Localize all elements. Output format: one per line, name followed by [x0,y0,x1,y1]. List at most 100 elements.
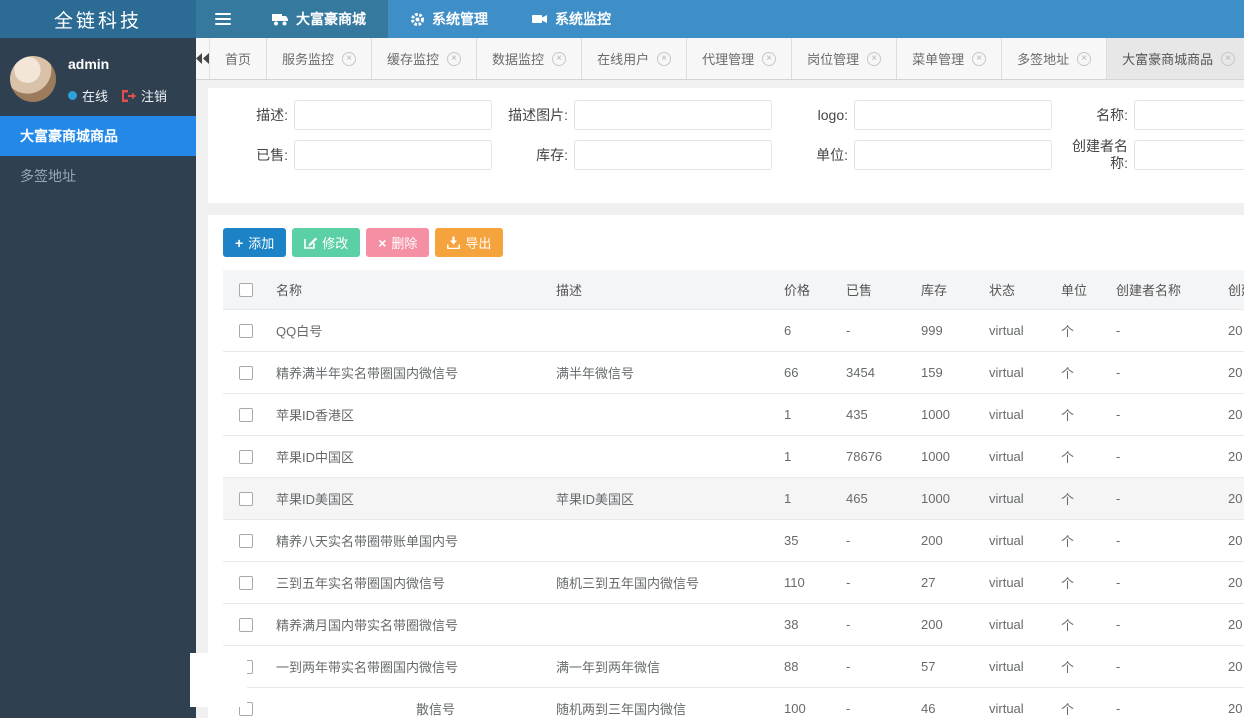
tab-label: 服务监控 [282,52,335,67]
row-checkbox[interactable] [238,324,253,339]
cell-created: 20 [1220,477,1244,520]
tab-close-icon[interactable]: × [867,51,882,66]
tab-label: 首页 [225,52,252,67]
logout-label[interactable]: 注销 [141,86,167,105]
tab-close-icon[interactable]: × [1221,51,1236,66]
table-row[interactable]: 苹果ID美国区 苹果ID美国区 1 465 1000 virtual 个 - 2… [223,477,1244,520]
cell-desc [548,393,776,436]
tab-item[interactable]: 服务监控 × [267,38,373,79]
table-row[interactable]: 苹果ID中国区 1 78676 1000 virtual 个 - 20 [223,435,1244,478]
topnav-item-mall[interactable]: 大富豪商城 [250,0,388,38]
tab-item[interactable]: 数据监控 × [477,38,583,79]
cell-sold: - [838,687,913,718]
cell-creator: - [1108,393,1220,436]
sidebar-toggle-button[interactable] [196,0,250,38]
cell-created: 20 [1220,519,1244,562]
tab-item[interactable]: 首页 [210,38,268,79]
row-checkbox[interactable] [238,576,253,591]
cell-name: 精养满半年实名带圈国内微信号 [268,351,548,394]
cell-creator: - [1108,477,1220,520]
edit-button[interactable]: 修改 [292,228,361,257]
table-row[interactable]: 三到五年实名带圈国内微信号 随机三到五年国内微信号 110 - 27 virtu… [223,561,1244,604]
topnav-item-system[interactable]: 系统管理 [388,0,510,38]
delete-button[interactable]: × 删除 [366,228,430,257]
tab-label: 在线用户 [597,52,650,67]
table-row[interactable]: 苹果ID香港区 1 435 1000 virtual 个 - 20 [223,393,1244,436]
cell-name: 散信号 [268,687,548,718]
table-row[interactable]: 精养满半年实名带圈国内微信号 满半年微信号 66 3454 159 virtua… [223,351,1244,394]
cell-sold: 435 [838,393,913,436]
sidebar-menu-item[interactable]: 多签地址 [0,156,196,196]
tabs-scroll-left-button[interactable] [196,38,210,79]
table-row[interactable]: 一到两年带实名带圈国内微信号 满一年到两年微信 88 - 57 virtual … [223,645,1244,688]
search-input[interactable] [294,140,492,170]
tab-close-icon[interactable]: × [342,51,357,66]
tab-close-icon[interactable]: × [762,51,777,66]
col-header-desc: 描述 [548,270,776,310]
export-button[interactable]: 导出 [435,228,504,257]
row-checkbox[interactable] [238,408,253,423]
cell-name: QQ白号 [268,309,548,352]
tab-item[interactable]: 在线用户 × [582,38,688,79]
add-button[interactable]: + 添加 [223,228,287,257]
table-row[interactable]: 精养满月国内带实名带圈微信号 38 - 200 virtual 个 - 20 [223,603,1244,646]
tab-close-icon[interactable]: × [1077,51,1092,66]
search-field: 描述图片: [498,100,778,130]
tab-item[interactable]: 多签地址 × [1002,38,1108,79]
search-input[interactable] [854,100,1052,130]
row-checkbox[interactable] [238,450,253,465]
table-row[interactable]: 散信号 随机两到三年国内微信 100 - 46 virtual 个 - 20 [223,687,1244,718]
cell-desc [548,519,776,562]
row-checkbox[interactable] [238,534,253,549]
cell-name: 精养八天实名带圈带账单国内号 [268,519,548,562]
cell-price: 66 [776,351,838,394]
row-checkbox[interactable] [238,492,253,507]
tab-item[interactable]: 缓存监控 × [372,38,478,79]
tab-close-icon[interactable]: × [552,51,567,66]
tab-item[interactable]: 大富豪商城商品 × [1107,38,1244,79]
tab-label: 多签地址 [1017,52,1070,67]
logout-icon[interactable] [121,89,137,102]
topnav-item-monitor[interactable]: 系统监控 [510,0,633,38]
tab-close-icon[interactable]: × [972,51,987,66]
tab-item[interactable]: 代理管理 × [687,38,793,79]
sidebar: admin 在线 注销 大富豪商城商品 多签地址 [0,38,196,718]
row-checkbox[interactable] [238,618,253,633]
cell-desc: 苹果ID美国区 [548,477,776,520]
search-input[interactable] [294,100,492,130]
cell-created: 20 [1220,561,1244,604]
row-checkbox[interactable] [238,366,253,381]
cell-price: 6 [776,309,838,352]
search-input[interactable] [1134,100,1244,130]
cell-price: 1 [776,477,838,520]
export-button-label: 导出 [465,236,492,251]
table-row[interactable]: QQ白号 6 - 999 virtual 个 - 20 [223,309,1244,352]
search-input[interactable] [1134,140,1244,170]
tab-bar: 首页 服务监控 × 缓存监控 × 数据监控 × 在线用户 × 代理管理 × 岗位… [196,38,1244,80]
cell-status: virtual [981,351,1053,394]
user-panel: admin 在线 注销 [0,38,196,116]
cell-desc: 随机三到五年国内微信号 [548,561,776,604]
add-button-label: 添加 [248,236,275,251]
cell-creator: - [1108,351,1220,394]
cell-price: 1 [776,435,838,478]
cell-price: 35 [776,519,838,562]
tab-label: 大富豪商城商品 [1122,52,1214,67]
search-input[interactable] [854,140,1052,170]
cell-stock: 159 [913,351,981,394]
cell-creator: - [1108,645,1220,688]
main-content: 描述: 描述图片: logo: 名称: 已售: 库存: 单位: 创建者名称: +… [196,80,1244,718]
cell-sold: 465 [838,477,913,520]
table-row[interactable]: 精养八天实名带圈带账单国内号 35 - 200 virtual 个 - 20 [223,519,1244,562]
tab-item[interactable]: 菜单管理 × [897,38,1003,79]
user-avatar[interactable] [10,56,56,102]
tab-close-icon[interactable]: × [657,51,672,66]
select-all-checkbox[interactable] [238,283,253,298]
search-input[interactable] [574,100,772,130]
search-input[interactable] [574,140,772,170]
cell-unit: 个 [1053,435,1108,478]
tab-close-icon[interactable]: × [447,51,462,66]
tab-item[interactable]: 岗位管理 × [792,38,898,79]
sidebar-menu-item[interactable]: 大富豪商城商品 [0,116,196,156]
double-chevron-left-icon [196,53,209,64]
